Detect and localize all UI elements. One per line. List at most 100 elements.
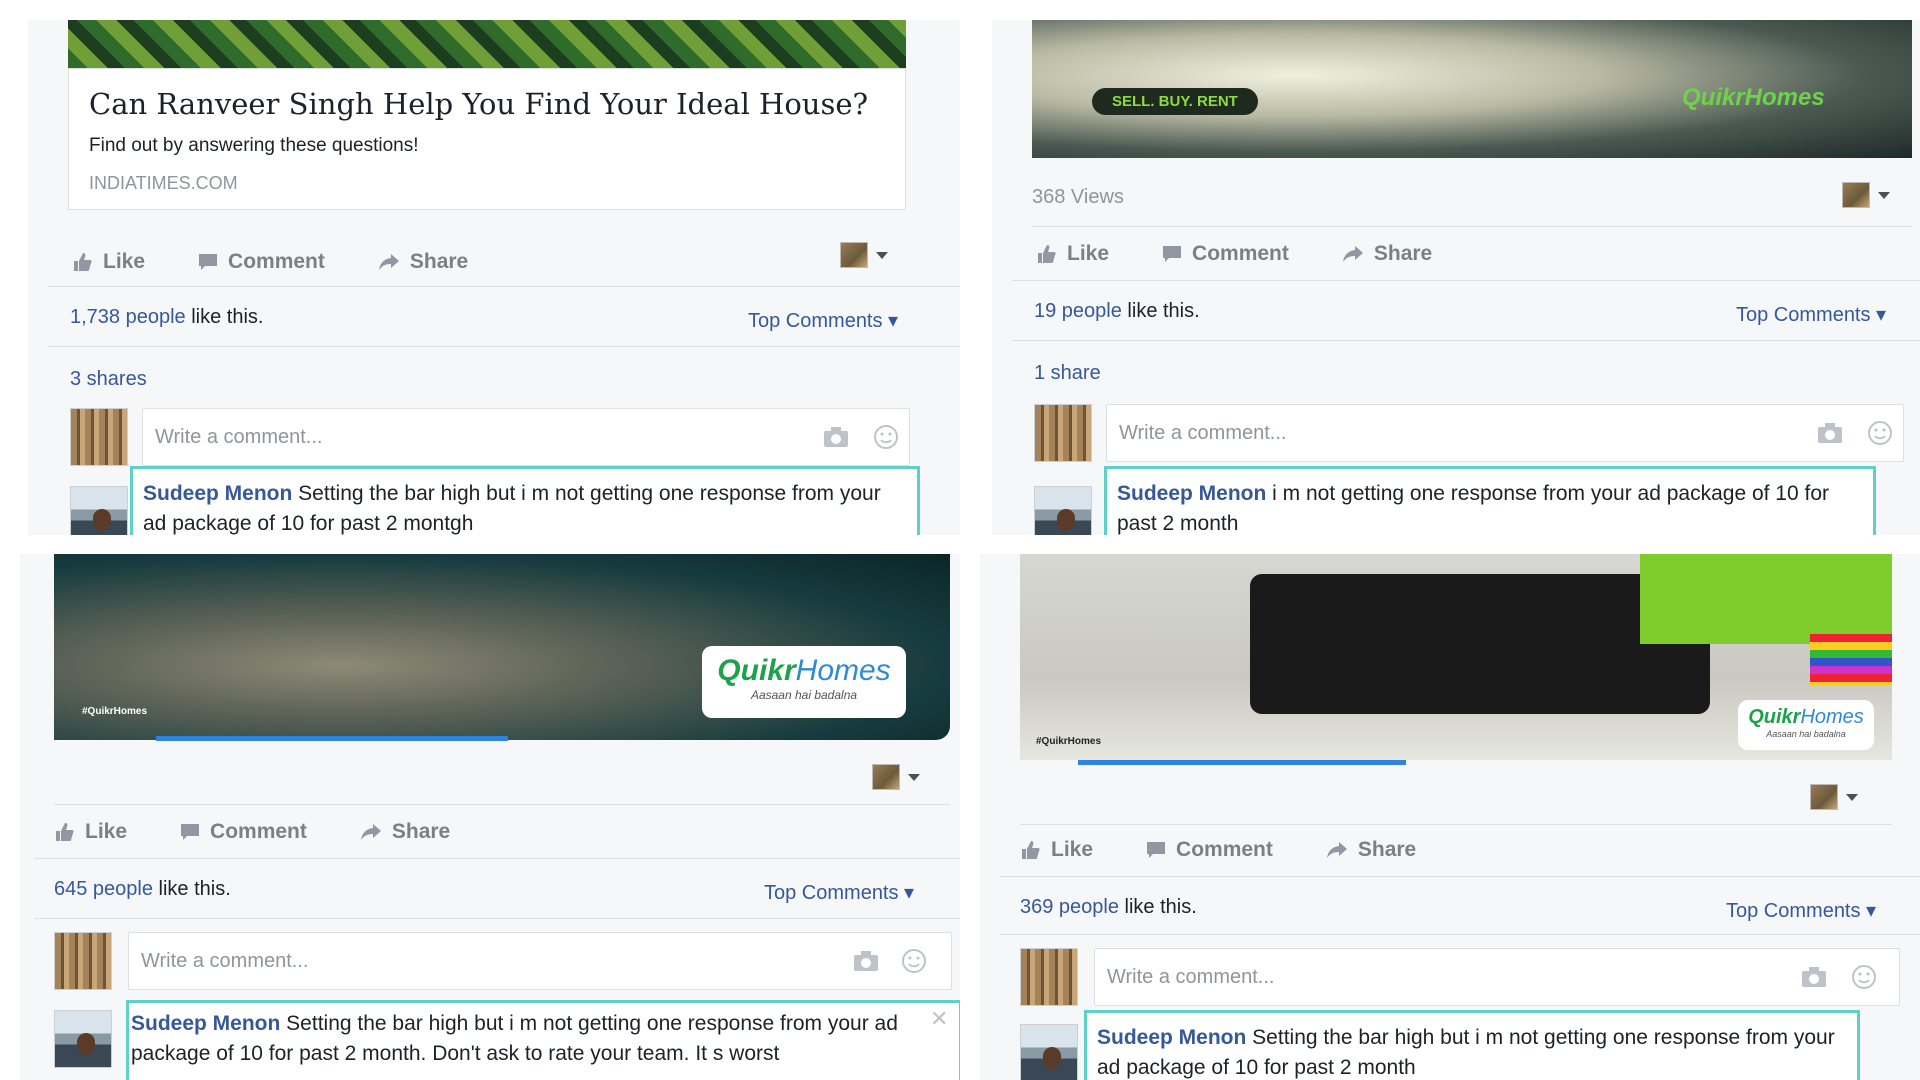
- action-bar: Like Comment Share: [1036, 242, 1484, 266]
- likes-summary: 369 people like this.: [1020, 896, 1197, 918]
- share-button[interactable]: Share: [1325, 838, 1416, 862]
- page-thumbnail: [1810, 784, 1838, 810]
- link-description: Find out by answering these questions!: [89, 135, 419, 156]
- video-player[interactable]: #QuikrHomes QuikrHomes Aasaan hai badaln…: [54, 554, 950, 740]
- comment-icon: [1147, 842, 1166, 858]
- video-tag: SELL. BUY. RENT: [1092, 88, 1258, 115]
- comment-button[interactable]: Comment: [197, 250, 325, 274]
- divider: [34, 918, 960, 919]
- thumbs-up-icon: [56, 823, 74, 841]
- avatar: [1034, 404, 1092, 462]
- shares-link[interactable]: 1 share: [1034, 362, 1101, 385]
- page-selector[interactable]: [1810, 784, 1858, 810]
- emoji-icon[interactable]: [1851, 964, 1877, 990]
- avatar: [54, 932, 112, 990]
- link-domain: INDIATIMES.COM: [89, 173, 238, 193]
- post-panel-1: Can Ranveer Singh Help You Find Your Ide…: [28, 20, 960, 535]
- comment-input[interactable]: Write a comment...: [1106, 404, 1904, 462]
- comment-input[interactable]: Write a comment...: [142, 408, 910, 466]
- tagline: Aasaan hai badalna: [750, 688, 858, 702]
- commenter-avatar[interactable]: [54, 1010, 112, 1068]
- commenter-avatar[interactable]: [70, 486, 128, 535]
- share-button[interactable]: Share: [377, 250, 468, 274]
- action-bar: Like Comment Share: [54, 820, 502, 844]
- likes-link[interactable]: 1,738 people: [70, 306, 186, 328]
- green-panel-graphic: [1640, 554, 1892, 644]
- top-comments-dropdown[interactable]: Top Comments ▾: [748, 308, 898, 333]
- comment-icon: [1163, 246, 1182, 262]
- video-progress-bar[interactable]: [1078, 760, 1406, 765]
- likes-summary: 19 people like this.: [1034, 300, 1200, 322]
- like-button[interactable]: Like: [1020, 838, 1093, 862]
- shares-link[interactable]: 3 shares: [70, 368, 147, 391]
- thumbs-up-icon: [74, 253, 92, 271]
- action-bar: Like Comment Share: [1020, 838, 1468, 862]
- commenter-name[interactable]: Sudeep Menon: [131, 1012, 280, 1035]
- quikrhomes-logo: QuikrHomes: [1682, 84, 1825, 111]
- comment-button[interactable]: Comment: [179, 820, 307, 844]
- caret-down-icon: [876, 251, 888, 259]
- top-comments-dropdown[interactable]: Top Comments ▾: [764, 880, 914, 905]
- divider: [1012, 280, 1920, 281]
- likes-link[interactable]: 369 people: [1020, 896, 1119, 918]
- like-button[interactable]: Like: [54, 820, 127, 844]
- divider: [34, 858, 960, 859]
- camera-icon[interactable]: [1817, 422, 1843, 444]
- commenter-name[interactable]: Sudeep Menon: [1097, 1026, 1246, 1049]
- share-arrow-icon: [1326, 842, 1347, 858]
- top-comments-dropdown[interactable]: Top Comments ▾: [1726, 898, 1876, 923]
- share-button[interactable]: Share: [1341, 242, 1432, 266]
- camera-icon[interactable]: [1801, 966, 1827, 988]
- emoji-icon[interactable]: [873, 424, 899, 450]
- commenter-avatar[interactable]: [1020, 1024, 1078, 1080]
- quikrhomes-logo: QuikrHomes Aasaan hai badalna: [1738, 700, 1874, 750]
- share-button[interactable]: Share: [359, 820, 450, 844]
- thumbs-up-icon: [1038, 245, 1056, 263]
- post-panel-4: #QuikrHomes QuikrHomes Aasaan hai badaln…: [980, 554, 1920, 1080]
- likes-summary: 1,738 people like this.: [70, 306, 264, 328]
- video-progress-bar[interactable]: [156, 736, 508, 741]
- divider: [1012, 340, 1920, 341]
- likes-link[interactable]: 645 people: [54, 878, 153, 900]
- top-comments-dropdown[interactable]: Top Comments ▾: [1736, 302, 1886, 327]
- comment-icon: [199, 254, 218, 270]
- comment-placeholder: Write a comment...: [1107, 966, 1275, 988]
- commenter-name[interactable]: Sudeep Menon: [143, 482, 292, 505]
- comment-button[interactable]: Comment: [1161, 242, 1289, 266]
- commenter-avatar[interactable]: [1034, 486, 1092, 535]
- quikrhomes-logo: QuikrHomes Aasaan hai badalna: [702, 646, 906, 718]
- camera-icon[interactable]: [823, 426, 849, 448]
- post-panel-3: #QuikrHomes QuikrHomes Aasaan hai badaln…: [20, 554, 960, 1080]
- camera-icon[interactable]: [853, 950, 879, 972]
- page-selector[interactable]: [840, 242, 888, 268]
- share-arrow-icon: [360, 824, 381, 840]
- divider: [1000, 934, 1920, 935]
- close-icon[interactable]: ✕: [930, 1006, 948, 1032]
- comment-input[interactable]: Write a comment...: [1094, 948, 1900, 1006]
- comment-input[interactable]: Write a comment...: [128, 932, 952, 990]
- reply-comment: Sudeep Menon Setting the bar high but i …: [1084, 1010, 1860, 1080]
- link-preview-image[interactable]: [68, 20, 906, 68]
- link-title[interactable]: Can Ranveer Singh Help You Find Your Ide…: [89, 87, 868, 121]
- video-hashtag: #QuikrHomes: [82, 706, 148, 717]
- like-button[interactable]: Like: [72, 250, 145, 274]
- commenter-name[interactable]: Sudeep Menon: [1117, 482, 1266, 505]
- avatar: [70, 408, 128, 466]
- post-panel-2: SELL. BUY. RENT QuikrHomes 368 Views Lik…: [992, 20, 1920, 535]
- video-player[interactable]: #QuikrHomes QuikrHomes Aasaan hai badaln…: [1020, 554, 1892, 760]
- video-player[interactable]: SELL. BUY. RENT QuikrHomes: [1032, 20, 1912, 158]
- link-preview[interactable]: Can Ranveer Singh Help You Find Your Ide…: [68, 68, 906, 210]
- page-selector[interactable]: [1842, 182, 1890, 208]
- emoji-icon[interactable]: [901, 948, 927, 974]
- divider: [1020, 824, 1892, 825]
- likes-link[interactable]: 19 people: [1034, 300, 1122, 322]
- video-hashtag: #QuikrHomes: [1036, 736, 1102, 747]
- divider: [48, 346, 960, 347]
- page-thumbnail: [872, 764, 900, 790]
- like-button[interactable]: Like: [1036, 242, 1109, 266]
- page-thumbnail: [1842, 182, 1870, 208]
- thumbs-up-icon: [1022, 841, 1040, 859]
- page-selector[interactable]: [872, 764, 920, 790]
- emoji-icon[interactable]: [1867, 420, 1893, 446]
- comment-button[interactable]: Comment: [1145, 838, 1273, 862]
